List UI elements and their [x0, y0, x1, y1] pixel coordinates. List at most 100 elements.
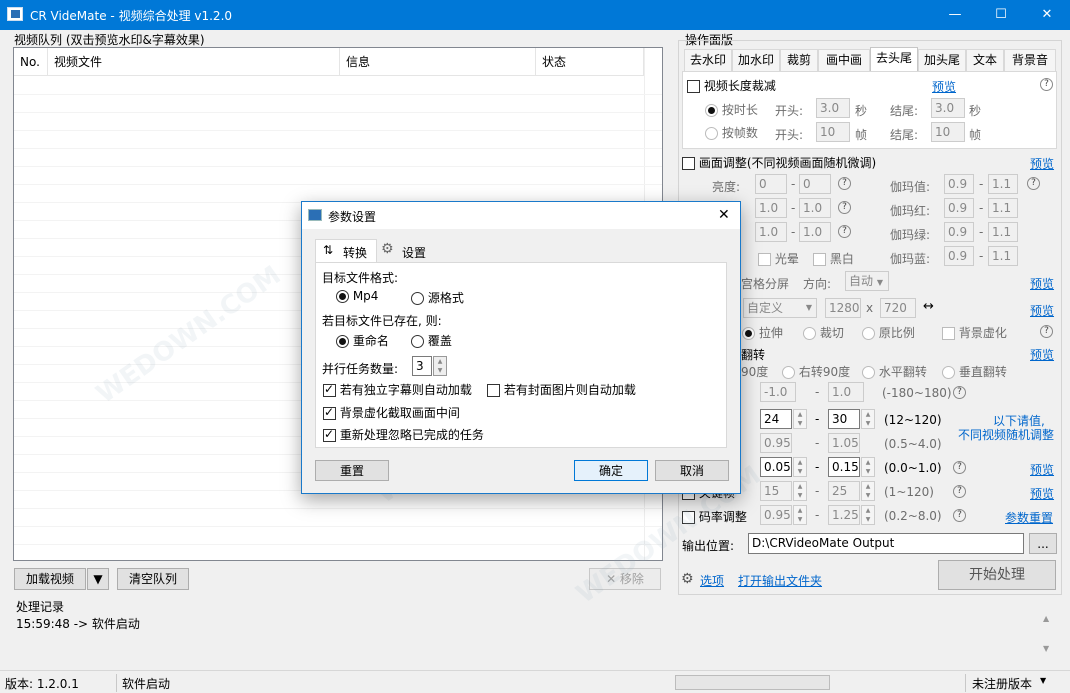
maximize-button[interactable]: ☐ [978, 0, 1024, 30]
chevron-down-icon[interactable]: ▼ [1040, 676, 1046, 685]
help-icon[interactable]: ? [1040, 325, 1053, 338]
blur-center-checkbox[interactable]: 背景虚化截取画面中间 [323, 404, 460, 421]
autoload-cover-checkbox[interactable]: 若有封面图片则自动加载 [487, 381, 636, 398]
fmt-source-radio[interactable]: 源格式 [411, 289, 464, 306]
help-icon[interactable]: ? [838, 225, 851, 238]
options-link[interactable]: 选项 [700, 572, 724, 589]
gamma-min[interactable]: 0.9 [944, 174, 974, 194]
help-icon[interactable]: ? [953, 386, 966, 399]
gamma-max[interactable]: 1.1 [988, 174, 1018, 194]
ok-button[interactable]: 确定 [574, 460, 648, 481]
by-frame-radio[interactable]: 按帧数 [705, 124, 758, 141]
blur-min[interactable]: 0.05 [760, 457, 792, 477]
adjust-checkbox[interactable] [682, 157, 695, 170]
speed-min[interactable]: 0.95 [760, 433, 792, 453]
fps-max[interactable]: 30 [828, 409, 860, 429]
scroll-down-icon[interactable]: ▼ [1043, 644, 1049, 653]
fit-blur[interactable]: 背景虚化 [942, 324, 1007, 341]
flip-horizontal[interactable]: 水平翻转 [862, 363, 927, 380]
start-frames-input[interactable]: 10 [816, 122, 850, 142]
scroll-up-icon[interactable]: ▲ [1043, 614, 1049, 623]
fit-crop[interactable]: 裁切 [803, 324, 844, 341]
bitrate-max[interactable]: 1.25 [828, 505, 860, 525]
blur-preview-link[interactable]: 预览 [1030, 461, 1054, 478]
rotate-left[interactable]: 90度 [741, 363, 768, 380]
help-icon[interactable]: ? [953, 461, 966, 474]
gop-preview-link[interactable]: 预览 [1030, 485, 1054, 502]
gamma-red-max[interactable]: 1.1 [988, 198, 1018, 218]
edition-label[interactable]: 未注册版本 [972, 675, 1032, 692]
fmt-mp4-radio[interactable]: Mp4 [336, 289, 378, 303]
bitrate-max-spinner[interactable]: ▲ ▼ [861, 505, 875, 525]
blur-min-spinner[interactable]: ▲ ▼ [793, 457, 807, 477]
end-time-input[interactable]: 3.0 [931, 98, 965, 118]
tab-text[interactable]: 文本 [966, 49, 1004, 71]
help-icon[interactable]: ? [838, 201, 851, 214]
gamma-blue-max[interactable]: 1.1 [988, 246, 1018, 266]
gamma-green-max[interactable]: 1.1 [988, 222, 1018, 242]
trim-checkbox[interactable] [687, 80, 700, 93]
tab-trim[interactable]: 去头尾 [870, 47, 918, 72]
blur-max[interactable]: 0.15 [828, 457, 860, 477]
gear-icon[interactable]: ⚙ [681, 571, 694, 587]
fit-ratio[interactable]: 原比例 [862, 324, 915, 341]
gop-max[interactable]: 25 [828, 481, 860, 501]
swap-icon[interactable]: ↔ [923, 299, 934, 314]
by-time-radio[interactable]: 按时长 [705, 101, 758, 118]
rotate-right[interactable]: 右转90度 [782, 363, 850, 380]
fps-min[interactable]: 24 [760, 409, 792, 429]
reset-params-link[interactable]: 参数重置 [1005, 509, 1053, 526]
direction-select[interactable]: 自动 ▼ [845, 271, 889, 291]
start-time-input[interactable]: 3.0 [816, 98, 850, 118]
width-input[interactable]: 1280 [825, 298, 861, 318]
add-video-dropdown[interactable]: ▼ [87, 568, 109, 590]
gamma-green-min[interactable]: 0.9 [944, 222, 974, 242]
help-icon[interactable]: ? [1040, 78, 1053, 91]
gamma-red-min[interactable]: 0.9 [944, 198, 974, 218]
skip-finished-checkbox[interactable]: 重新处理忽略已完成的任务 [323, 426, 484, 443]
fps-max-spinner[interactable]: ▲ ▼ [861, 409, 875, 429]
fps-min-spinner[interactable]: ▲ ▼ [793, 409, 807, 429]
bw-checkbox[interactable]: 黑白 [813, 250, 854, 267]
tab-crop[interactable]: 裁剪 [780, 49, 818, 71]
gamma-blue-min[interactable]: 0.9 [944, 246, 974, 266]
bitrate-min[interactable]: 0.95 [760, 505, 792, 525]
contrast-max[interactable]: 1.0 [799, 198, 831, 218]
trim-enable[interactable]: 视频长度裁减 [687, 77, 776, 94]
col-status[interactable]: 状态 [536, 48, 644, 76]
rename-radio[interactable]: 重命名 [336, 332, 389, 349]
overwrite-radio[interactable]: 覆盖 [411, 332, 452, 349]
grid-preview-link[interactable]: 预览 [1030, 275, 1054, 292]
angle-min[interactable]: -1.0 [760, 382, 796, 402]
gop-max-spinner[interactable]: ▲ ▼ [861, 481, 875, 501]
clear-queue-button[interactable]: 清空队列 [117, 568, 189, 590]
reset-button[interactable]: 重置 [315, 460, 389, 481]
blur-max-spinner[interactable]: ▲ ▼ [861, 457, 875, 477]
adjust-enable[interactable]: 画面调整(不同视频画面随机微调) [682, 154, 876, 171]
flip-vertical[interactable]: 垂直翻转 [942, 363, 1007, 380]
fit-stretch[interactable]: 拉伸 [742, 324, 783, 341]
trim-preview-link[interactable]: 预览 [932, 78, 956, 95]
minimize-button[interactable]: — [932, 0, 978, 30]
tab-convert[interactable]: ⇅ 转换 [315, 239, 377, 263]
gop-min-spinner[interactable]: ▲ ▼ [793, 481, 807, 501]
brightness-min[interactable]: 0 [755, 174, 787, 194]
saturation-min[interactable]: 1.0 [755, 222, 787, 242]
cancel-button[interactable]: 取消 [655, 460, 729, 481]
start-processing-button[interactable]: 开始处理 [938, 560, 1056, 590]
bitrate-min-spinner[interactable]: ▲ ▼ [793, 505, 807, 525]
open-output-link[interactable]: 打开输出文件夹 [738, 572, 822, 589]
size-preview-link[interactable]: 预览 [1030, 302, 1054, 319]
help-icon[interactable]: ? [838, 177, 851, 190]
angle-max[interactable]: 1.0 [828, 382, 864, 402]
brightness-max[interactable]: 0 [799, 174, 831, 194]
autoload-subtitle-checkbox[interactable]: 若有独立字幕则自动加载 [323, 381, 472, 398]
parallel-spinner[interactable]: ▲ ▼ [433, 356, 447, 376]
help-icon[interactable]: ? [953, 509, 966, 522]
col-no[interactable]: No. [14, 48, 48, 76]
speed-max[interactable]: 1.05 [828, 433, 860, 453]
add-video-button[interactable]: 加载视频 [14, 568, 86, 590]
tab-bgm[interactable]: 背景音 [1004, 49, 1056, 71]
tab-pip[interactable]: 画中画 [818, 49, 870, 71]
close-button[interactable]: ✕ [1024, 0, 1070, 30]
